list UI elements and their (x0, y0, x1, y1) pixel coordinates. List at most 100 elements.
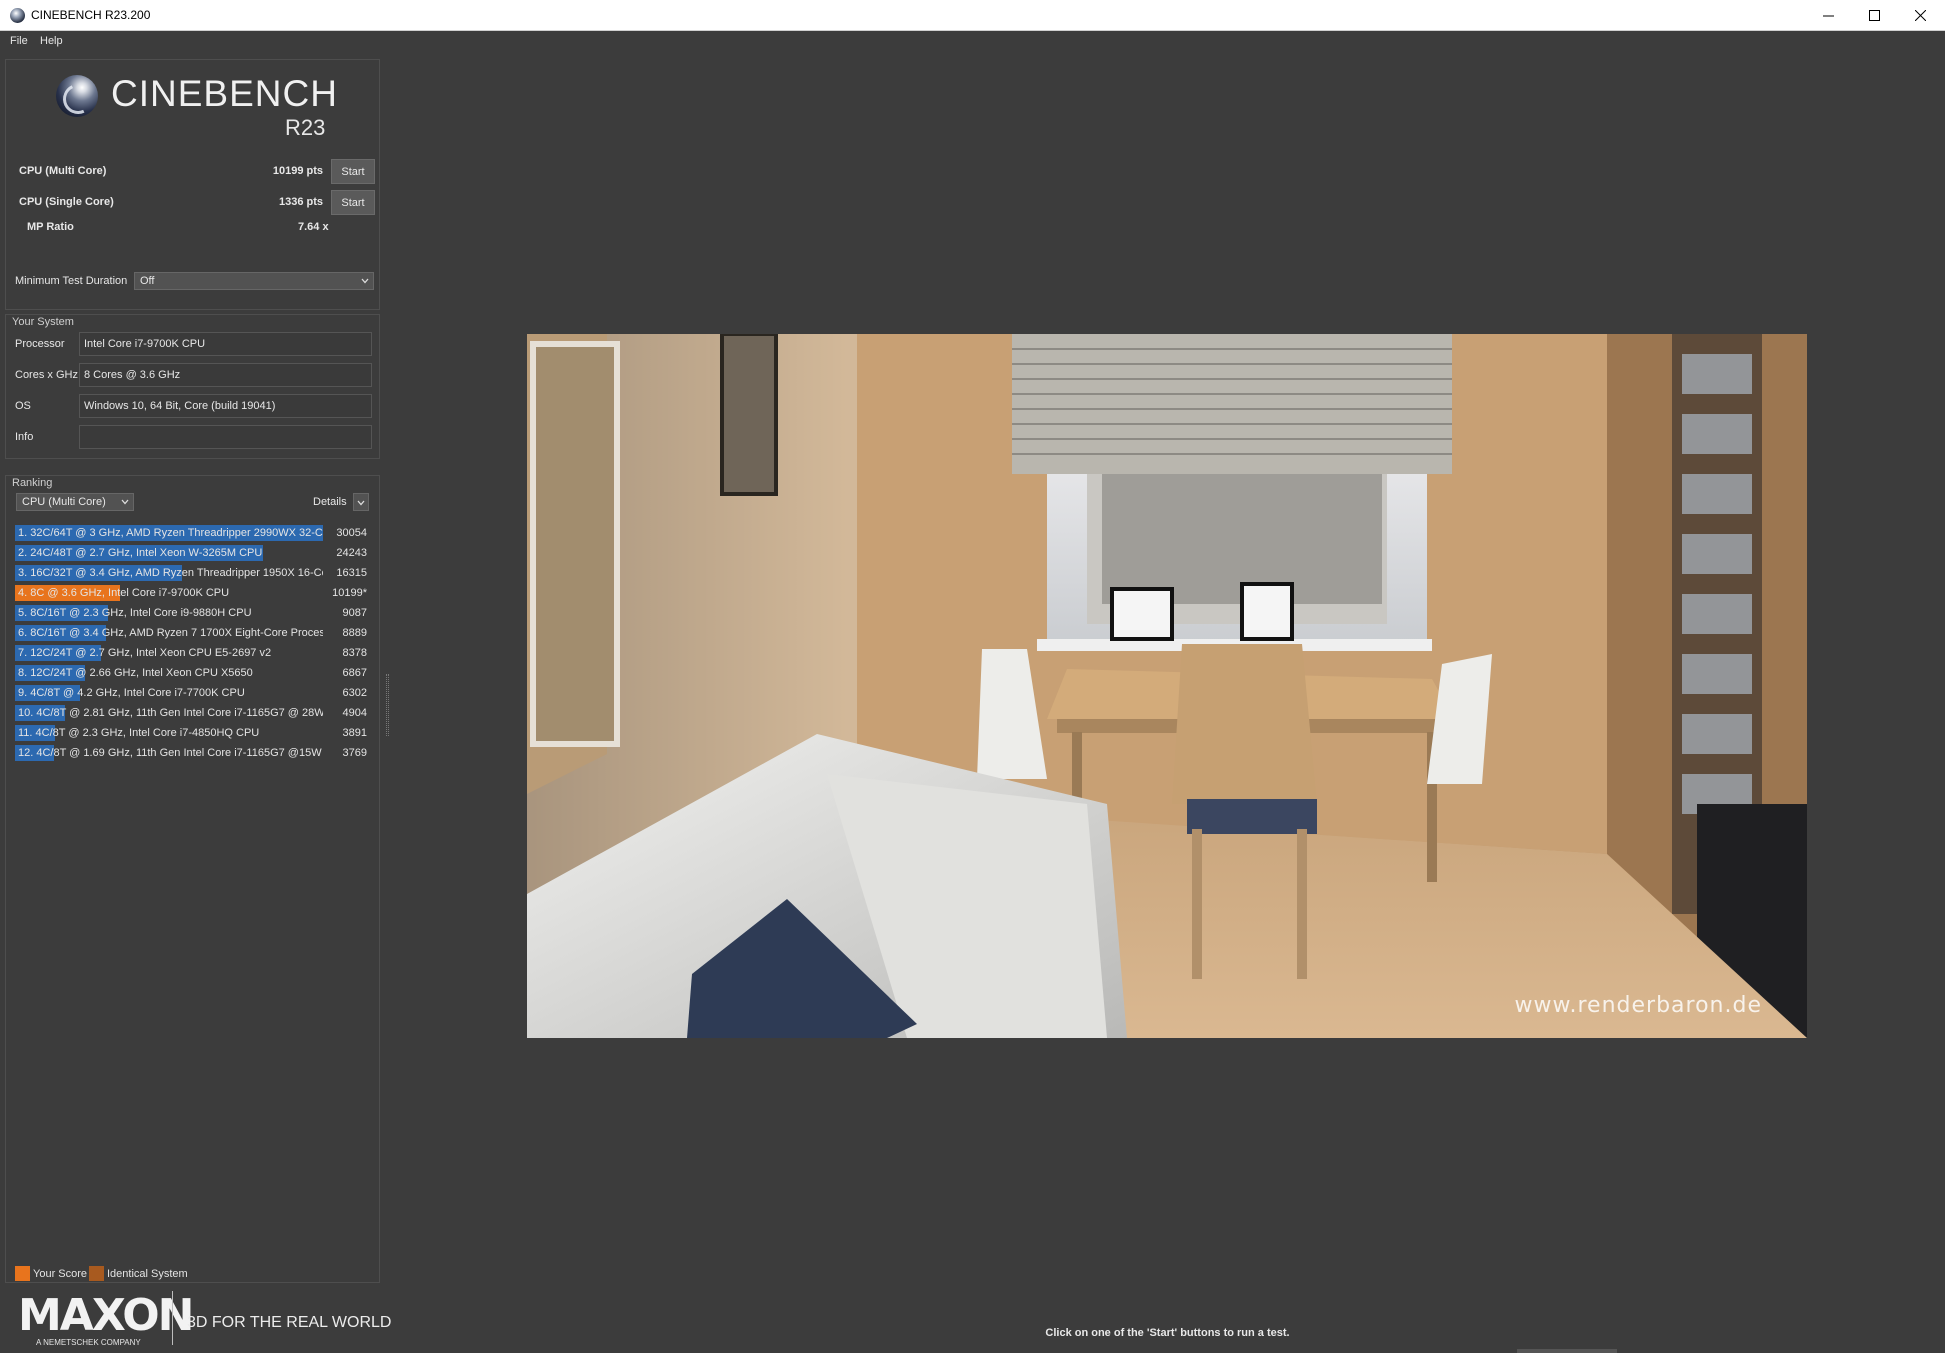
bench-single-score: 1336 pts (278, 196, 323, 208)
info-label: Info (15, 431, 34, 443)
render-viewport: www.renderbaron.de (527, 334, 1807, 1038)
processor-field[interactable]: Intel Core i7-9700K CPU (79, 332, 372, 356)
maximize-icon (1868, 10, 1880, 21)
your-score-label: Your Score (33, 1268, 88, 1280)
chevron-down-icon (357, 500, 365, 506)
ranking-test-select[interactable]: CPU (Multi Core) (16, 493, 134, 511)
ranking-item-score: 10199* (332, 587, 367, 599)
ranking-item[interactable]: 9. 4C/8T @ 4.2 GHz, Intel Core i7-7700K … (15, 683, 373, 703)
your-score-swatch (15, 1266, 30, 1281)
processor-label: Processor (15, 338, 65, 350)
ranking-item[interactable]: 1. 32C/64T @ 3 GHz, AMD Ryzen Threadripp… (15, 523, 373, 543)
status-message: Click on one of the 'Start' buttons to r… (1045, 1327, 1290, 1339)
maxon-subtitle: A NEMETSCHEK COMPANY (36, 1338, 141, 1347)
ranking-list: 1. 32C/64T @ 3 GHz, AMD Ryzen Threadripp… (15, 523, 373, 763)
menu-bar: File Help (0, 32, 400, 52)
cores-label: Cores x GHz (15, 369, 78, 381)
cinebench-window: CINEBENCH R23.200 File Help CINEBENCH R2… (0, 0, 1945, 1353)
bench-multi-score: 10199 pts (272, 165, 323, 177)
logo-name: CINEBENCH (111, 73, 338, 114)
ranking-item-score: 24243 (336, 547, 367, 559)
chevron-down-icon (361, 278, 369, 284)
cinebench-icon (10, 8, 25, 23)
ranking-item-score: 6867 (342, 667, 367, 679)
system-row-os: OS Windows 10, 64 Bit, Core (build 19041… (15, 394, 373, 418)
identical-system-label: Identical System (107, 1268, 188, 1280)
ranking-item[interactable]: 11. 4C/8T @ 2.3 GHz, Intel Core i7-4850H… (15, 723, 373, 743)
start-single-button[interactable]: Start (331, 190, 375, 215)
logo-version: R23 (285, 115, 326, 140)
min-duration-value: Off (140, 275, 155, 287)
ranking-item[interactable]: 12. 4C/8T @ 1.69 GHz, 11th Gen Intel Cor… (15, 743, 373, 763)
minimize-button[interactable] (1805, 0, 1851, 31)
ranking-item-score: 16315 (336, 567, 367, 579)
system-title: Your System (12, 316, 74, 328)
ranking-title: Ranking (12, 477, 53, 489)
ranking-item-score: 30054 (336, 527, 367, 539)
ranking-item-name: 6. 8C/16T @ 3.4 GHz, AMD Ryzen 7 1700X E… (18, 627, 323, 639)
render-watermark: www.renderbaron.de (1514, 993, 1762, 1018)
chevron-down-icon (121, 499, 129, 505)
details-dropdown[interactable] (353, 493, 369, 511)
ranking-item[interactable]: 5. 8C/16T @ 2.3 GHz, Intel Core i9-9880H… (15, 603, 373, 623)
close-icon (1914, 10, 1926, 21)
ranking-item-name: 10. 4C/8T @ 2.81 GHz, 11th Gen Intel Cor… (18, 707, 323, 719)
maximize-button[interactable] (1851, 0, 1897, 31)
menu-help[interactable]: Help (40, 35, 63, 47)
bench-multi-core: CPU (Multi Core) 10199 pts Start (15, 159, 375, 185)
ranking-test-value: CPU (Multi Core) (22, 496, 106, 508)
ranking-item-score: 3891 (342, 727, 367, 739)
ranking-item-score: 4904 (342, 707, 367, 719)
mp-ratio-value: 7.64 x (298, 221, 329, 233)
ranking-item[interactable]: 6. 8C/16T @ 3.4 GHz, AMD Ryzen 7 1700X E… (15, 623, 373, 643)
ranking-item-score: 3769 (342, 747, 367, 759)
ranking-item-name: 12. 4C/8T @ 1.69 GHz, 11th Gen Intel Cor… (18, 747, 322, 759)
ranking-item[interactable]: 4. 8C @ 3.6 GHz, Intel Core i7-9700K CPU… (15, 583, 373, 603)
min-duration-label: Minimum Test Duration (15, 275, 128, 287)
ranking-panel: Ranking CPU (Multi Core) Details 1. 32C/… (5, 475, 380, 1283)
ranking-item-name: 1. 32C/64T @ 3 GHz, AMD Ryzen Threadripp… (18, 527, 323, 539)
menu-file[interactable]: File (10, 35, 28, 47)
system-row-processor: Processor Intel Core i7-9700K CPU (15, 332, 373, 356)
ranking-item[interactable]: 2. 24C/48T @ 2.7 GHz, Intel Xeon W-3265M… (15, 543, 373, 563)
info-field[interactable] (79, 425, 372, 449)
window-title: CINEBENCH R23.200 (31, 8, 151, 22)
ranking-item[interactable]: 8. 12C/24T @ 2.66 GHz, Intel Xeon CPU X5… (15, 663, 373, 683)
ranking-item-name: 8. 12C/24T @ 2.66 GHz, Intel Xeon CPU X5… (18, 667, 253, 679)
system-panel: Your System Processor Intel Core i7-9700… (5, 314, 380, 459)
ranking-item[interactable]: 7. 12C/24T @ 2.7 GHz, Intel Xeon CPU E5-… (15, 643, 373, 663)
ranking-item-name: 9. 4C/8T @ 4.2 GHz, Intel Core i7-7700K … (18, 687, 245, 699)
panel-splitter[interactable] (386, 674, 389, 736)
ranking-item-score: 9087 (342, 607, 367, 619)
ranking-item-name: 11. 4C/8T @ 2.3 GHz, Intel Core i7-4850H… (18, 727, 260, 739)
title-bar: CINEBENCH R23.200 (0, 0, 1945, 31)
ranking-item-name: 4. 8C @ 3.6 GHz, Intel Core i7-9700K CPU (18, 587, 230, 599)
bench-multi-label: CPU (Multi Core) (19, 165, 107, 177)
system-row-info: Info (15, 425, 373, 449)
ranking-item-name: 3. 16C/32T @ 3.4 GHz, AMD Ryzen Threadri… (18, 567, 323, 579)
ranking-item[interactable]: 10. 4C/8T @ 2.81 GHz, 11th Gen Intel Cor… (15, 703, 373, 723)
render-image (527, 334, 1807, 1038)
cinebench-logo-icon (56, 75, 98, 117)
ranking-item-score: 6302 (342, 687, 367, 699)
min-duration-select[interactable]: Off (134, 272, 374, 290)
details-label: Details (313, 496, 347, 508)
bench-single-label: CPU (Single Core) (19, 196, 114, 208)
os-field[interactable]: Windows 10, 64 Bit, Core (build 19041) (79, 394, 372, 418)
identical-system-swatch (89, 1266, 104, 1281)
bottom-scroll-hint (1517, 1349, 1617, 1353)
mp-ratio-label: MP Ratio (27, 221, 74, 233)
os-label: OS (15, 400, 31, 412)
ranking-item-score: 8889 (342, 627, 367, 639)
bench-single-core: CPU (Single Core) 1336 pts Start (15, 190, 375, 216)
start-multi-button[interactable]: Start (331, 159, 375, 184)
ranking-item[interactable]: 3. 16C/32T @ 3.4 GHz, AMD Ryzen Threadri… (15, 563, 373, 583)
close-button[interactable] (1897, 0, 1943, 31)
ranking-item-name: 7. 12C/24T @ 2.7 GHz, Intel Xeon CPU E5-… (18, 647, 272, 659)
system-row-cores: Cores x GHz 8 Cores @ 3.6 GHz (15, 363, 373, 387)
ranking-item-score: 8378 (342, 647, 367, 659)
minimize-icon (1822, 15, 1834, 17)
benchmark-panel: CINEBENCH R23 CPU (Multi Core) 10199 pts… (5, 59, 380, 310)
ranking-item-name: 2. 24C/48T @ 2.7 GHz, Intel Xeon W-3265M… (18, 547, 263, 559)
cores-field[interactable]: 8 Cores @ 3.6 GHz (79, 363, 372, 387)
